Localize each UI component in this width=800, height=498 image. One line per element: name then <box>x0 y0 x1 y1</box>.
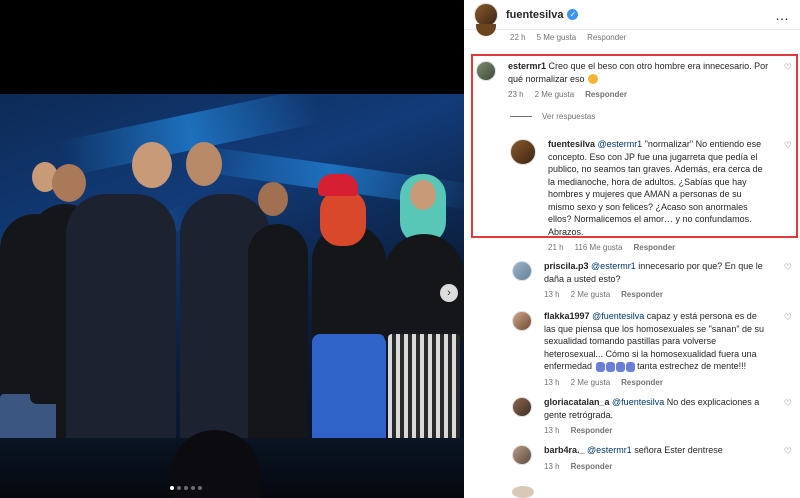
reply-button[interactable]: Responder <box>585 90 627 99</box>
like-heart-icon[interactable]: ♡ <box>784 398 792 409</box>
comment-meta: 13 h 2 Me gusta Responder <box>544 378 770 387</box>
post-photo[interactable] <box>0 94 464 498</box>
reply-button[interactable]: Responder <box>621 378 663 387</box>
carousel-dot <box>184 486 188 490</box>
comment-body: "normalizar" No entiendo ese concepto. E… <box>548 139 763 237</box>
comment-meta: 13 h Responder <box>544 426 770 435</box>
reply-button[interactable]: Responder <box>587 33 626 42</box>
comment-likes[interactable]: 5 Me gusta <box>537 33 577 42</box>
comment-body: señora Ester dentrese <box>634 445 723 455</box>
avatar[interactable] <box>512 397 532 417</box>
avatar[interactable] <box>476 24 496 36</box>
comment-username[interactable]: priscila.p3 <box>544 261 589 271</box>
view-replies-toggle[interactable]: Ver respuestas <box>510 112 595 121</box>
person-head <box>132 142 172 188</box>
comment-text: gloriacatalan_a @fuentesilva No des expl… <box>544 396 770 421</box>
like-heart-icon[interactable]: ♡ <box>784 62 792 73</box>
next-media-button[interactable]: › <box>440 284 458 302</box>
comment-username[interactable]: estermr1 <box>508 61 546 71</box>
comment-meta: 23 h 2 Me gusta Responder <box>508 90 770 99</box>
comment-likes[interactable]: 2 Me gusta <box>571 378 611 387</box>
view-replies-label: Ver respuestas <box>542 112 596 121</box>
like-heart-icon[interactable]: ♡ <box>784 262 792 273</box>
post-header: fuentesilva ✓ … <box>464 0 800 30</box>
carousel-dot <box>177 486 181 490</box>
author-avatar[interactable] <box>510 139 536 165</box>
comment: estermr1 Creo que el beso con otro hombr… <box>464 60 800 99</box>
reply-button[interactable]: Responder <box>633 243 675 252</box>
like-heart-icon[interactable]: ♡ <box>784 312 792 323</box>
comment-meta: 13 h Responder <box>544 462 770 471</box>
comment-time: 13 h <box>544 461 560 471</box>
comment-text: barb4ra._ @estermr1 señora Ester dentres… <box>544 444 770 457</box>
avatar[interactable] <box>512 261 532 281</box>
more-options-icon[interactable]: … <box>775 7 790 23</box>
red-cap <box>318 174 358 196</box>
person-facepalming-emoji-icon <box>595 361 605 372</box>
person-hair <box>320 190 366 246</box>
verified-icon: ✓ <box>567 9 579 20</box>
carousel-dot <box>191 486 195 490</box>
reply-comment: flakka1997 @fuentesilva capaz y está per… <box>500 310 800 387</box>
person-head <box>410 180 436 210</box>
author-username[interactable]: fuentesilva <box>506 9 563 21</box>
comment-time: 22 h <box>510 33 526 42</box>
carousel-dot <box>198 486 202 490</box>
like-heart-icon[interactable]: ♡ <box>784 140 792 151</box>
comment-time: 13 h <box>544 377 560 387</box>
mention-link[interactable]: @estermr1 <box>598 139 643 149</box>
person-facepalming-emoji-icon <box>615 361 625 372</box>
comment-likes[interactable]: 116 Me gusta <box>575 243 623 252</box>
comment-text: flakka1997 @fuentesilva capaz y está per… <box>544 310 770 373</box>
avatar[interactable] <box>512 445 532 465</box>
comment-meta: 21 h 116 Me gusta Responder <box>548 243 770 252</box>
comment-likes[interactable]: 2 Me gusta <box>535 90 575 99</box>
comment-username[interactable]: flakka1997 <box>544 311 590 321</box>
thinking-face-emoji-icon <box>588 74 599 85</box>
comment-username[interactable]: barb4ra._ <box>544 445 585 455</box>
author-avatar[interactable] <box>474 2 498 27</box>
comment-text: priscila.p3 @estermr1 innecesario por qu… <box>544 260 770 285</box>
reply-comment: priscila.p3 @estermr1 innecesario por qu… <box>500 260 800 299</box>
comment-username[interactable]: fuentesilva <box>548 139 595 149</box>
avatar[interactable] <box>512 486 534 498</box>
comment-likes[interactable]: 2 Me gusta <box>571 290 611 299</box>
person-head <box>258 182 288 216</box>
comment-text: estermr1 Creo que el beso con otro hombr… <box>508 60 770 85</box>
carousel-dots <box>170 486 202 490</box>
mention-link[interactable]: @estermr1 <box>587 445 632 455</box>
instagram-post-view: › fuentesilva ✓ … 22 h 5 Me gusta Respon… <box>0 0 800 498</box>
comment-meta: 13 h 2 Me gusta Responder <box>544 290 770 299</box>
comment-time: 21 h <box>548 243 564 252</box>
carousel-dot <box>170 486 174 490</box>
mention-link[interactable]: @fuentesilva <box>612 397 664 407</box>
person-head <box>186 142 222 186</box>
comment-body: Creo que el beso con otro hombre era inn… <box>508 61 769 84</box>
comment-time: 23 h <box>508 90 524 99</box>
person-facepalming-emoji-icon <box>605 361 615 372</box>
mention-link[interactable]: @estermr1 <box>591 261 636 271</box>
comments-panel: fuentesilva ✓ … 22 h 5 Me gusta Responde… <box>464 0 800 498</box>
person-head <box>52 164 86 202</box>
comment-body-tail: tanta estrechez de mente!!! <box>637 361 747 371</box>
comment-time: 13 h <box>544 290 560 299</box>
reply-button[interactable]: Responder <box>571 462 613 471</box>
divider-line <box>510 116 532 117</box>
avatar[interactable] <box>512 311 532 331</box>
post-media: › <box>0 0 464 498</box>
reply-button[interactable]: Responder <box>621 290 663 299</box>
person-facepalming-emoji-icon <box>625 361 635 372</box>
reply-comment: gloriacatalan_a @fuentesilva No des expl… <box>500 396 800 435</box>
reply-button[interactable]: Responder <box>571 426 613 435</box>
reply-comment: barb4ra._ @estermr1 señora Ester dentres… <box>500 444 800 471</box>
like-heart-icon[interactable]: ♡ <box>784 446 792 457</box>
mention-link[interactable]: @fuentesilva <box>592 311 644 321</box>
comment-time: 13 h <box>544 426 560 435</box>
reply-comment: fuentesilva @estermr1 "normalizar" No en… <box>498 138 800 252</box>
comment-meta: 22 h 5 Me gusta Responder <box>510 33 626 42</box>
comment-username[interactable]: gloriacatalan_a <box>544 397 610 407</box>
comment-text: fuentesilva @estermr1 "normalizar" No en… <box>548 138 770 238</box>
avatar[interactable] <box>476 61 496 81</box>
